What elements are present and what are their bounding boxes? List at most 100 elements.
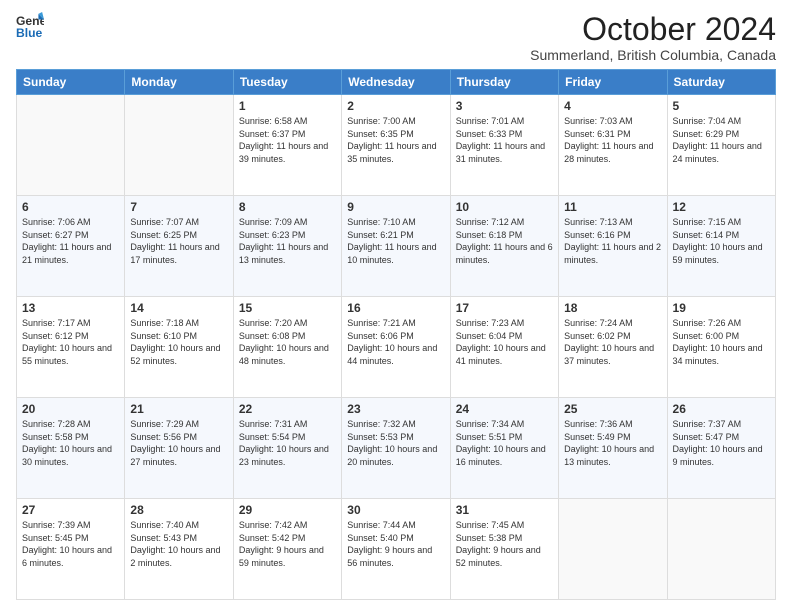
day-number: 7 (130, 200, 227, 214)
calendar-cell: 6 Sunrise: 7:06 AM Sunset: 6:27 PM Daylig… (17, 196, 125, 297)
weekday-header: Tuesday (233, 70, 341, 95)
calendar-cell (667, 499, 775, 600)
day-number: 31 (456, 503, 553, 517)
day-info: Sunrise: 7:26 AM Sunset: 6:00 PM Dayligh… (673, 317, 770, 367)
calendar-cell: 15 Sunrise: 7:20 AM Sunset: 6:08 PM Dayli… (233, 297, 341, 398)
day-number: 12 (673, 200, 770, 214)
calendar-cell: 26Sunrise: 7:37 AM Sunset: 5:47 PM Dayli… (667, 398, 775, 499)
day-info: Sunrise: 7:20 AM Sunset: 6:08 PM Dayligh… (239, 317, 336, 367)
location-title: Summerland, British Columbia, Canada (530, 47, 776, 63)
header-row: SundayMondayTuesdayWednesdayThursdayFrid… (17, 70, 776, 95)
day-number: 27 (22, 503, 119, 517)
calendar-cell: 25 Sunrise: 7:36 AM Sunset: 5:49 PM Dayli… (559, 398, 667, 499)
day-number: 28 (130, 503, 227, 517)
day-number: 16 (347, 301, 444, 315)
weekday-header: Friday (559, 70, 667, 95)
calendar-cell: 19 Sunrise: 7:26 AM Sunset: 6:00 PM Dayli… (667, 297, 775, 398)
day-info: Sunrise: 7:01 AM Sunset: 6:33 PM Dayligh… (456, 115, 553, 165)
title-block: October 2024 Summerland, British Columbi… (530, 12, 776, 63)
month-title: October 2024 (530, 12, 776, 47)
weekday-header: Thursday (450, 70, 558, 95)
calendar-cell: 4Sunrise: 7:03 AM Sunset: 6:31 PM Daylig… (559, 95, 667, 196)
day-info: Sunrise: 7:12 AM Sunset: 6:18 PM Dayligh… (456, 216, 553, 266)
calendar-table: SundayMondayTuesdayWednesdayThursdayFrid… (16, 69, 776, 600)
calendar-cell: 8 Sunrise: 7:09 AM Sunset: 6:23 PM Daylig… (233, 196, 341, 297)
day-info: Sunrise: 7:28 AM Sunset: 5:58 PM Dayligh… (22, 418, 119, 468)
calendar-week-row: 13 Sunrise: 7:17 AM Sunset: 6:12 PM Dayli… (17, 297, 776, 398)
day-number: 22 (239, 402, 336, 416)
day-info: Sunrise: 7:36 AM Sunset: 5:49 PM Dayligh… (564, 418, 661, 468)
day-info: Sunrise: 7:04 AM Sunset: 6:29 PM Dayligh… (673, 115, 770, 165)
day-info: Sunrise: 7:24 AM Sunset: 6:02 PM Dayligh… (564, 317, 661, 367)
day-number: 20 (22, 402, 119, 416)
calendar-cell: 9 Sunrise: 7:10 AM Sunset: 6:21 PM Daylig… (342, 196, 450, 297)
logo-icon: General Blue (16, 12, 44, 40)
day-info: Sunrise: 7:09 AM Sunset: 6:23 PM Dayligh… (239, 216, 336, 266)
day-info: Sunrise: 7:21 AM Sunset: 6:06 PM Dayligh… (347, 317, 444, 367)
day-number: 15 (239, 301, 336, 315)
day-number: 26 (673, 402, 770, 416)
calendar-cell: 7 Sunrise: 7:07 AM Sunset: 6:25 PM Daylig… (125, 196, 233, 297)
day-number: 3 (456, 99, 553, 113)
calendar-cell: 5 Sunrise: 7:04 AM Sunset: 6:29 PM Daylig… (667, 95, 775, 196)
day-info: Sunrise: 7:13 AM Sunset: 6:16 PM Dayligh… (564, 216, 661, 266)
header: General Blue October 2024 Summerland, Br… (16, 12, 776, 63)
logo: General Blue (16, 12, 44, 40)
day-number: 23 (347, 402, 444, 416)
weekday-header: Sunday (17, 70, 125, 95)
day-number: 5 (673, 99, 770, 113)
calendar-cell: 10Sunrise: 7:12 AM Sunset: 6:18 PM Dayli… (450, 196, 558, 297)
day-number: 19 (673, 301, 770, 315)
calendar-cell: 31 Sunrise: 7:45 AM Sunset: 5:38 PM Dayli… (450, 499, 558, 600)
day-info: Sunrise: 7:23 AM Sunset: 6:04 PM Dayligh… (456, 317, 553, 367)
day-number: 14 (130, 301, 227, 315)
day-info: Sunrise: 7:18 AM Sunset: 6:10 PM Dayligh… (130, 317, 227, 367)
day-info: Sunrise: 7:34 AM Sunset: 5:51 PM Dayligh… (456, 418, 553, 468)
day-info: Sunrise: 7:07 AM Sunset: 6:25 PM Dayligh… (130, 216, 227, 266)
day-number: 30 (347, 503, 444, 517)
svg-text:Blue: Blue (16, 26, 43, 40)
day-number: 29 (239, 503, 336, 517)
calendar-cell: 12 Sunrise: 7:15 AM Sunset: 6:14 PM Dayli… (667, 196, 775, 297)
day-info: Sunrise: 7:32 AM Sunset: 5:53 PM Dayligh… (347, 418, 444, 468)
day-info: Sunrise: 7:44 AM Sunset: 5:40 PM Dayligh… (347, 519, 444, 569)
day-number: 25 (564, 402, 661, 416)
day-number: 9 (347, 200, 444, 214)
day-number: 11 (564, 200, 661, 214)
calendar-cell: 18Sunrise: 7:24 AM Sunset: 6:02 PM Dayli… (559, 297, 667, 398)
calendar-cell: 2Sunrise: 7:00 AM Sunset: 6:35 PM Daylig… (342, 95, 450, 196)
calendar-cell: 3 Sunrise: 7:01 AM Sunset: 6:33 PM Daylig… (450, 95, 558, 196)
calendar-cell (559, 499, 667, 600)
calendar-week-row: 27 Sunrise: 7:39 AM Sunset: 5:45 PM Dayli… (17, 499, 776, 600)
calendar-cell: 1Sunrise: 6:58 AM Sunset: 6:37 PM Daylig… (233, 95, 341, 196)
day-number: 17 (456, 301, 553, 315)
day-number: 6 (22, 200, 119, 214)
day-info: Sunrise: 7:10 AM Sunset: 6:21 PM Dayligh… (347, 216, 444, 266)
day-number: 8 (239, 200, 336, 214)
day-info: Sunrise: 7:42 AM Sunset: 5:42 PM Dayligh… (239, 519, 336, 569)
day-info: Sunrise: 7:45 AM Sunset: 5:38 PM Dayligh… (456, 519, 553, 569)
calendar-week-row: 6 Sunrise: 7:06 AM Sunset: 6:27 PM Daylig… (17, 196, 776, 297)
calendar-cell: 29 Sunrise: 7:42 AM Sunset: 5:42 PM Dayli… (233, 499, 341, 600)
day-info: Sunrise: 7:17 AM Sunset: 6:12 PM Dayligh… (22, 317, 119, 367)
calendar-cell: 22 Sunrise: 7:31 AM Sunset: 5:54 PM Dayli… (233, 398, 341, 499)
page: General Blue October 2024 Summerland, Br… (0, 0, 792, 612)
weekday-header: Wednesday (342, 70, 450, 95)
calendar-cell: 27 Sunrise: 7:39 AM Sunset: 5:45 PM Dayli… (17, 499, 125, 600)
calendar-cell (17, 95, 125, 196)
day-info: Sunrise: 7:31 AM Sunset: 5:54 PM Dayligh… (239, 418, 336, 468)
calendar-cell: 20 Sunrise: 7:28 AM Sunset: 5:58 PM Dayli… (17, 398, 125, 499)
day-info: Sunrise: 7:15 AM Sunset: 6:14 PM Dayligh… (673, 216, 770, 266)
day-info: Sunrise: 7:29 AM Sunset: 5:56 PM Dayligh… (130, 418, 227, 468)
calendar-cell: 21Sunrise: 7:29 AM Sunset: 5:56 PM Dayli… (125, 398, 233, 499)
calendar-week-row: 20 Sunrise: 7:28 AM Sunset: 5:58 PM Dayli… (17, 398, 776, 499)
calendar-cell: 14 Sunrise: 7:18 AM Sunset: 6:10 PM Dayli… (125, 297, 233, 398)
day-number: 13 (22, 301, 119, 315)
calendar-cell: 16 Sunrise: 7:21 AM Sunset: 6:06 PM Dayli… (342, 297, 450, 398)
day-info: Sunrise: 7:06 AM Sunset: 6:27 PM Dayligh… (22, 216, 119, 266)
weekday-header: Monday (125, 70, 233, 95)
day-number: 4 (564, 99, 661, 113)
calendar-cell: 13 Sunrise: 7:17 AM Sunset: 6:12 PM Dayli… (17, 297, 125, 398)
day-info: Sunrise: 7:39 AM Sunset: 5:45 PM Dayligh… (22, 519, 119, 569)
day-number: 24 (456, 402, 553, 416)
